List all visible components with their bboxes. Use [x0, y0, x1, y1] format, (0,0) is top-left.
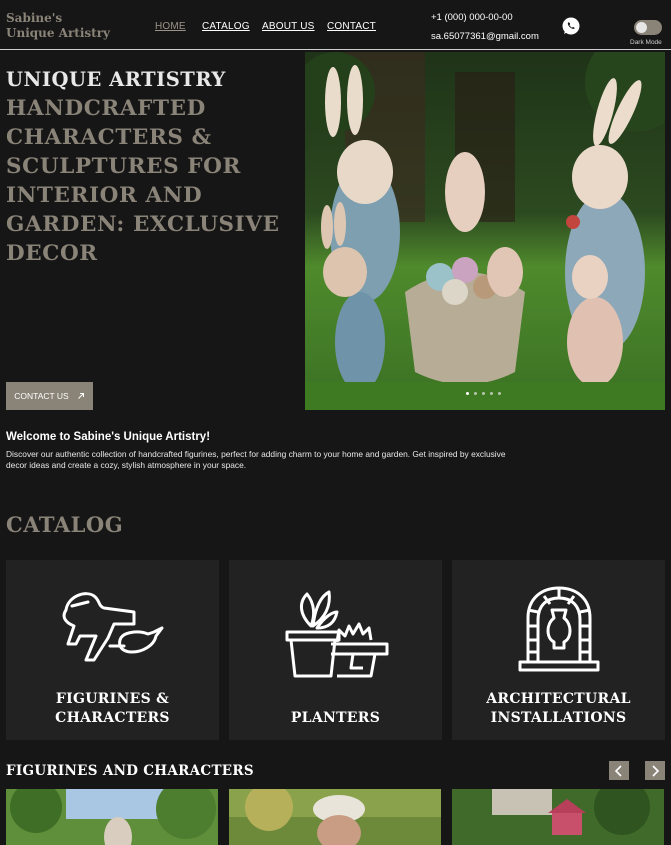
- hero-slideshow-image[interactable]: [305, 52, 665, 410]
- header: Sabine's Unique Artistry HOME CATALOG AB…: [0, 0, 671, 50]
- slide-dot[interactable]: [466, 392, 469, 395]
- email-address[interactable]: sa.65077361@gmail.com: [431, 31, 539, 42]
- catalog-card-figurines[interactable]: FIGURINES & CHARACTERS: [6, 560, 219, 740]
- phone-number[interactable]: +1 (000) 000-00-00: [431, 12, 513, 23]
- planter-icon: [285, 590, 388, 678]
- catalog-card-label: PLANTERS: [229, 709, 442, 728]
- card-label-line-1: ARCHITECTURAL: [486, 691, 631, 707]
- nav-catalog[interactable]: CATALOG: [202, 21, 250, 32]
- chevron-right-icon: [652, 764, 660, 777]
- hero-title: UNIQUE ARTISTRY: [6, 68, 226, 91]
- catalog-card-architectural[interactable]: ARCHITECTURAL INSTALLATIONS: [452, 560, 665, 740]
- horse-bird-icon: [62, 592, 163, 662]
- catalog-title: CATALOG: [6, 512, 124, 537]
- welcome-text: Discover our authentic collection of han…: [6, 449, 506, 471]
- product-thumbnail[interactable]: [6, 789, 218, 845]
- product-thumbnail[interactable]: [452, 789, 664, 845]
- slide-dot[interactable]: [482, 392, 485, 395]
- slide-indicator: [466, 392, 501, 395]
- hero-subtitle: HANDCRAFTED CHARACTERS & SCULPTURES FOR …: [6, 96, 280, 266]
- card-label-line-1: FIGURINES &: [55, 691, 170, 707]
- whatsapp-icon[interactable]: [561, 16, 581, 36]
- slide-dot[interactable]: [474, 392, 477, 395]
- logo-line-2: Unique Artistry: [6, 26, 111, 40]
- slide-dot[interactable]: [498, 392, 501, 395]
- catalog-card-label: FIGURINES & CHARACTERS: [6, 690, 219, 728]
- page: Sabine's Unique Artistry HOME CATALOG AB…: [0, 0, 671, 845]
- product-thumbnail[interactable]: [229, 789, 441, 845]
- carousel-prev-button[interactable]: [609, 761, 629, 780]
- contact-us-button[interactable]: CONTACT US: [6, 382, 93, 410]
- nav-contact[interactable]: CONTACT: [327, 21, 376, 32]
- card-label-line-2: PLANTERS: [290, 710, 381, 726]
- arrow-up-right-icon: [77, 393, 84, 399]
- toggle-knob: [636, 22, 647, 33]
- dark-mode-toggle[interactable]: [634, 20, 662, 35]
- logo-line-1: Sabine's: [6, 11, 63, 25]
- arch-vase-icon: [518, 586, 599, 672]
- card-label-line-2: CHARACTERS: [55, 710, 170, 726]
- catalog-card-planters[interactable]: PLANTERS: [229, 560, 442, 740]
- chevron-left-icon: [614, 764, 622, 777]
- welcome-title: Welcome to Sabine's Unique Artistry!: [6, 431, 211, 443]
- hero-heading: UNIQUE ARTISTRY HANDCRAFTED CHARACTERS &…: [6, 68, 296, 268]
- site-logo[interactable]: Sabine's Unique Artistry: [6, 11, 110, 41]
- dark-mode-label: Dark Mode: [630, 39, 662, 46]
- carousel-next-button[interactable]: [645, 761, 665, 780]
- nav-home[interactable]: HOME: [155, 21, 186, 32]
- card-label-line-2: INSTALLATIONS: [490, 710, 627, 726]
- contact-us-label: CONTACT US: [14, 391, 69, 401]
- catalog-card-label: ARCHITECTURAL INSTALLATIONS: [452, 690, 665, 728]
- nav-about-us[interactable]: ABOUT US: [262, 21, 315, 32]
- slide-dot[interactable]: [490, 392, 493, 395]
- figurines-section-title: FIGURINES AND CHARACTERS: [6, 763, 254, 779]
